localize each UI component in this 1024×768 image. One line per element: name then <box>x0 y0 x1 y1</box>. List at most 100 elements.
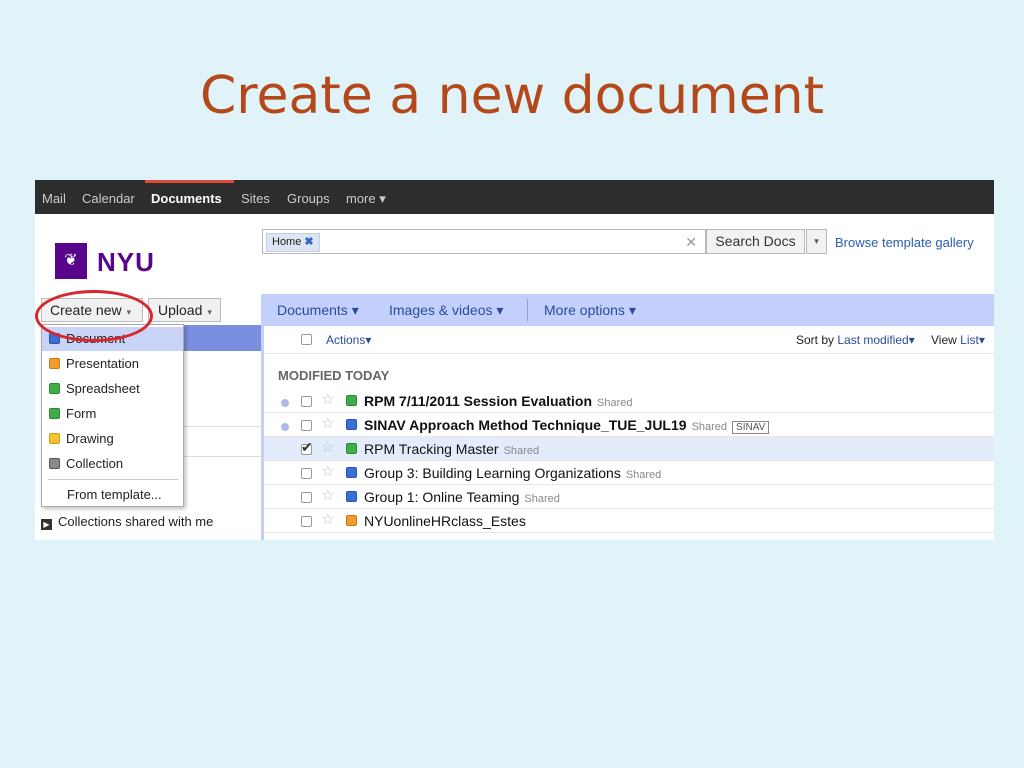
star-icon[interactable]: ☆ <box>321 512 334 528</box>
create-new-dropdown: Document Presentation Spreadsheet Form D… <box>41 324 184 507</box>
nav-more[interactable]: more ▾ <box>346 191 386 207</box>
file-row[interactable]: ☆ SINAV Approach Method Technique_TUE_JU… <box>264 413 994 437</box>
upload-button[interactable]: Upload ▾ <box>148 298 221 322</box>
shared-tag: Shared <box>524 493 560 505</box>
images-videos-menu[interactable]: Images & videos ▾ <box>389 302 503 319</box>
view-value[interactable]: List▾ <box>960 333 985 347</box>
left-nav-selected-highlight <box>184 325 261 351</box>
upload-label: Upload <box>158 302 203 318</box>
nav-sites[interactable]: Sites <box>241 191 270 206</box>
collection-icon <box>49 458 60 469</box>
more-options-menu[interactable]: More options ▾ <box>544 302 636 319</box>
file-name[interactable]: RPM Tracking Master Shared <box>364 441 539 457</box>
form-icon <box>49 408 60 419</box>
view-control[interactable]: View List▾ <box>931 333 985 347</box>
file-row[interactable]: ☆ RPM 7/11/2011 Session Evaluation Shared <box>264 389 994 413</box>
select-all-checkbox[interactable] <box>301 334 312 345</box>
file-row[interactable]: ☆ NYUonlineHRclass_Estes <box>264 509 994 533</box>
file-row-selected[interactable]: ✔ ☆ RPM Tracking Master Shared <box>264 437 994 461</box>
nav-groups[interactable]: Groups <box>287 191 330 206</box>
nav-documents[interactable]: Documents <box>151 191 222 206</box>
document-icon <box>346 467 357 478</box>
spreadsheet-icon <box>49 383 60 394</box>
file-row[interactable]: ☆ Group 3: Building Learning Organizatio… <box>264 461 994 485</box>
collections-shared-with-me[interactable]: ▶ Collections shared with me <box>41 514 213 530</box>
docs-toolbar: Documents ▾ Images & videos ▾ More optio… <box>263 294 994 326</box>
create-spreadsheet-item[interactable]: Spreadsheet <box>42 377 183 401</box>
star-icon[interactable]: ☆ <box>321 392 334 408</box>
row-checkbox[interactable] <box>301 516 312 527</box>
home-chip-label: Home <box>272 236 302 248</box>
star-icon[interactable]: ☆ <box>321 488 334 504</box>
star-icon[interactable]: ☆ <box>321 416 334 432</box>
search-docs-button[interactable]: Search Docs <box>706 229 805 254</box>
drawing-icon <box>49 433 60 444</box>
expand-arrow-icon[interactable]: ▶ <box>41 519 52 530</box>
collection-label-badge[interactable]: SINAV <box>732 421 770 434</box>
sort-by-control[interactable]: Sort by Last modified▾ <box>796 333 915 347</box>
menu-item-label: Collection <box>66 456 124 471</box>
star-icon[interactable]: ☆ <box>321 440 334 456</box>
file-title: SINAV Approach Method Technique_TUE_JUL1… <box>364 417 687 433</box>
shared-tag: Shared <box>625 469 662 481</box>
create-form-item[interactable]: Form <box>42 402 183 426</box>
file-name[interactable]: Group 1: Online Teaming Shared <box>364 489 560 505</box>
unread-dot-icon <box>281 423 289 431</box>
browse-template-gallery-link[interactable]: Browse template gallery <box>835 235 974 250</box>
create-presentation-item[interactable]: Presentation <box>42 352 183 376</box>
toolbar-divider <box>527 299 528 321</box>
view-label: View <box>931 333 957 347</box>
sort-value[interactable]: Last modified▾ <box>837 333 914 347</box>
file-name[interactable]: RPM 7/11/2011 Session Evaluation Shared <box>364 393 632 409</box>
file-name[interactable]: Group 3: Building Learning Organizations… <box>364 465 661 481</box>
shared-tag: Shared <box>597 397 633 409</box>
file-title: RPM Tracking Master <box>364 441 499 457</box>
nyu-logo: NYU <box>97 247 155 277</box>
remove-chip-icon[interactable]: ✖ <box>304 236 313 248</box>
create-collection-item[interactable]: Collection <box>42 452 183 476</box>
file-name[interactable]: SINAV Approach Method Technique_TUE_JUL1… <box>364 417 770 434</box>
file-title: Group 3: Building Learning Organizations <box>364 465 621 481</box>
presentation-icon <box>346 515 357 526</box>
menu-divider <box>48 479 178 480</box>
section-heading: MODIFIED TODAY <box>278 368 390 383</box>
documents-filter-menu[interactable]: Documents ▾ <box>277 302 359 319</box>
nav-calendar[interactable]: Calendar <box>82 191 135 206</box>
file-row[interactable]: ☆ Group 1: Online Teaming Shared <box>264 485 994 509</box>
form-icon <box>346 395 357 406</box>
google-docs-window: Mail Calendar Documents Sites Groups mor… <box>35 180 994 540</box>
search-input[interactable]: Home ✖ ✕ <box>262 229 706 254</box>
row-checkbox[interactable] <box>301 420 312 431</box>
menu-item-label: Drawing <box>66 431 114 446</box>
document-icon <box>346 491 357 502</box>
row-checkbox[interactable] <box>301 468 312 479</box>
file-name[interactable]: NYUonlineHRclass_Estes <box>364 513 526 529</box>
nav-mail[interactable]: Mail <box>42 191 66 206</box>
spreadsheet-icon <box>346 443 357 454</box>
shared-tag: Shared <box>503 445 540 457</box>
row-checkbox[interactable] <box>301 396 312 407</box>
shared-tag: Shared <box>691 421 728 433</box>
slide-title: Create a new document <box>199 66 825 126</box>
active-tab-indicator <box>145 180 234 183</box>
actions-menu[interactable]: Actions▾ <box>326 333 371 347</box>
chevron-down-icon: ▾ <box>207 307 212 317</box>
star-icon[interactable]: ☆ <box>321 464 334 480</box>
from-template-item[interactable]: From template... <box>42 483 183 507</box>
home-filter-chip[interactable]: Home ✖ <box>266 233 320 252</box>
left-nav-divider <box>184 456 261 457</box>
file-title: NYUonlineHRclass_Estes <box>364 513 526 529</box>
collections-shared-label: Collections shared with me <box>58 514 214 529</box>
clear-search-icon[interactable]: ✕ <box>685 234 697 251</box>
left-nav-divider <box>184 426 261 427</box>
create-drawing-item[interactable]: Drawing <box>42 427 183 451</box>
nyu-torch-icon: ❦ <box>55 243 87 279</box>
sort-by-label: Sort by <box>796 333 835 347</box>
menu-item-label: Spreadsheet <box>66 381 140 396</box>
file-title: Group 1: Online Teaming <box>364 489 520 505</box>
checkmark-icon: ✔ <box>301 439 313 455</box>
search-options-dropdown[interactable]: ▾ <box>806 229 827 254</box>
presentation-icon <box>49 358 60 369</box>
row-checkbox[interactable] <box>301 492 312 503</box>
menu-item-label: Presentation <box>66 356 139 371</box>
